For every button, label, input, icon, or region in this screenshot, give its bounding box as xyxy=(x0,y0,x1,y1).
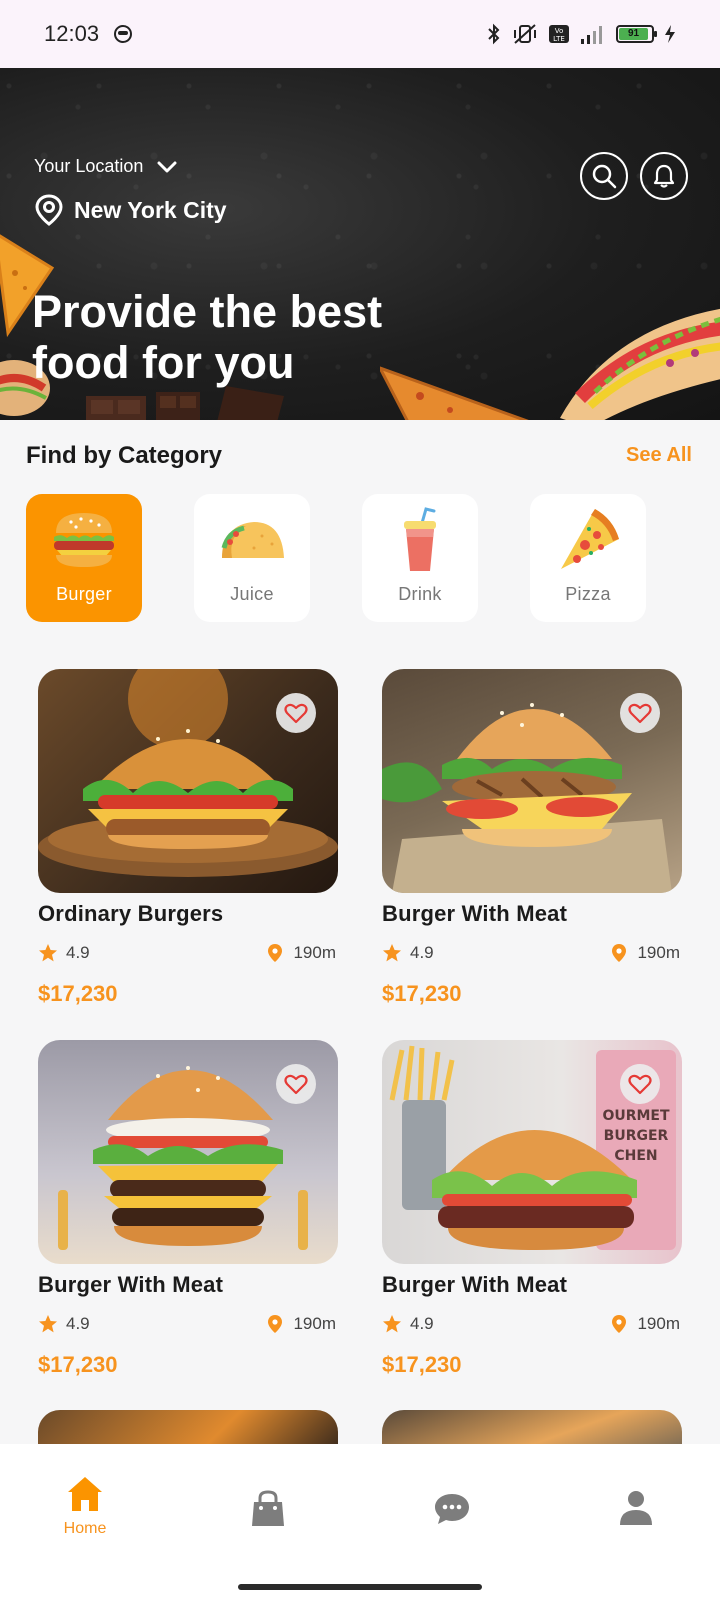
location-label: Your Location xyxy=(34,156,144,176)
category-drink[interactable]: Drink xyxy=(362,494,478,622)
rating-value: 4.9 xyxy=(66,943,90,962)
food-rating: 4.9 xyxy=(38,943,90,963)
notification-button[interactable] xyxy=(640,152,688,200)
search-icon xyxy=(592,164,617,189)
food-card-info: Burger With Meat 4.9 190m $17,230 xyxy=(382,1040,682,1377)
charging-icon xyxy=(665,25,675,43)
status-time: 12:03 xyxy=(44,21,100,46)
nav-profile[interactable] xyxy=(586,1490,686,1526)
food-name: Burger With Meat xyxy=(382,901,568,926)
food-price: $17,230 xyxy=(38,1352,118,1377)
volte-icon: VoLTE xyxy=(549,25,569,43)
food-distance: 190m xyxy=(267,1314,336,1334)
battery-level: 91 xyxy=(619,28,649,40)
category-burger[interactable]: Burger xyxy=(26,494,142,622)
food-price: $17,230 xyxy=(38,981,118,1006)
star-icon xyxy=(39,944,57,962)
nav-orders[interactable] xyxy=(218,1490,318,1528)
rating-value: 4.9 xyxy=(410,943,434,962)
category-juice[interactable]: Juice xyxy=(194,494,310,622)
nav-messages[interactable] xyxy=(402,1492,502,1526)
user-icon xyxy=(620,1491,652,1525)
hero-headline-line2: food for you xyxy=(32,337,295,388)
hero-headline: Provide the best food for you xyxy=(32,286,432,388)
category-pizza[interactable]: Pizza xyxy=(530,494,646,622)
food-rating: 4.9 xyxy=(38,1314,90,1334)
location-pin-icon xyxy=(268,1315,283,1333)
see-all-link[interactable]: See All xyxy=(626,444,692,467)
chat-icon xyxy=(435,1494,469,1524)
food-name: Ordinary Burgers xyxy=(38,901,224,926)
status-time-group: 12:03 xyxy=(44,21,133,47)
star-icon xyxy=(39,1315,57,1333)
food-price: $17,230 xyxy=(382,1352,462,1377)
nav-home[interactable]: Home xyxy=(35,1474,135,1538)
taco-icon xyxy=(217,508,287,572)
rating-value: 4.9 xyxy=(66,1314,90,1333)
chevron-down-icon xyxy=(157,161,177,172)
burger-icon xyxy=(49,508,119,572)
distance-value: 190m xyxy=(637,943,680,962)
search-button[interactable] xyxy=(580,152,628,200)
category-label: Pizza xyxy=(565,584,611,604)
food-card-info: Ordinary Burgers 4.9 190m $17,230 xyxy=(38,669,338,1006)
location-pin-icon xyxy=(612,944,627,962)
star-icon xyxy=(383,1315,401,1333)
chocolate-decoration xyxy=(86,386,284,420)
status-icons: Vo LTE 91 xyxy=(486,23,676,45)
bluetooth-icon xyxy=(488,23,500,45)
food-name: Burger With Meat xyxy=(38,1272,224,1297)
category-label: Juice xyxy=(230,584,274,604)
food-price: $17,230 xyxy=(382,981,462,1006)
food-distance: 190m xyxy=(267,943,336,963)
hero-banner: Your Location New York City Provide the … xyxy=(0,68,720,420)
food-name: Burger With Meat xyxy=(382,1272,568,1297)
vibrate-off-icon xyxy=(514,24,536,44)
distance-value: 190m xyxy=(293,943,336,962)
drink-icon xyxy=(385,507,455,572)
food-card-info: Burger With Meat 4.9 190m $17,230 xyxy=(38,1040,338,1377)
category-title: Find by Category xyxy=(26,442,223,469)
bottom-navigation: Home xyxy=(0,1444,720,1600)
food-card-info: Burger With Meat 4.9 190m $17,230 xyxy=(382,669,682,1006)
status-bar: 12:03 Vo LTE 91 xyxy=(0,0,720,68)
star-icon xyxy=(383,944,401,962)
pizza-icon xyxy=(553,508,623,572)
location-selector[interactable]: Your Location xyxy=(34,156,177,177)
battery-icon: 91 xyxy=(616,25,657,43)
nav-home-label: Home xyxy=(63,1520,107,1537)
hotdog-decoration xyxy=(560,308,720,420)
category-label: Burger xyxy=(56,584,112,604)
location-pin-icon xyxy=(268,944,283,962)
category-label: Drink xyxy=(398,584,442,604)
city-name: New York City xyxy=(74,196,227,223)
food-rating: 4.9 xyxy=(382,943,434,963)
svg-text:LTE: LTE xyxy=(553,35,565,43)
current-city[interactable]: New York City xyxy=(34,194,227,226)
face-notification-icon xyxy=(114,25,133,43)
food-distance: 190m xyxy=(611,1314,680,1334)
food-distance: 190m xyxy=(611,943,680,963)
food-rating: 4.9 xyxy=(382,1314,434,1334)
home-indicator xyxy=(238,1584,482,1590)
svg-text:Vo: Vo xyxy=(555,27,564,35)
home-icon xyxy=(68,1477,102,1511)
rating-value: 4.9 xyxy=(410,1314,434,1333)
signal-icon xyxy=(581,26,602,44)
distance-value: 190m xyxy=(293,1314,336,1333)
distance-value: 190m xyxy=(637,1314,680,1333)
hero-headline-line1: Provide the best xyxy=(32,286,383,337)
location-pin-icon xyxy=(612,1315,627,1333)
category-list: Burger Juice Drink Pizza xyxy=(26,494,706,622)
bell-icon xyxy=(653,164,675,188)
map-pin-icon xyxy=(35,194,63,226)
shopping-bag-icon xyxy=(252,1490,284,1526)
